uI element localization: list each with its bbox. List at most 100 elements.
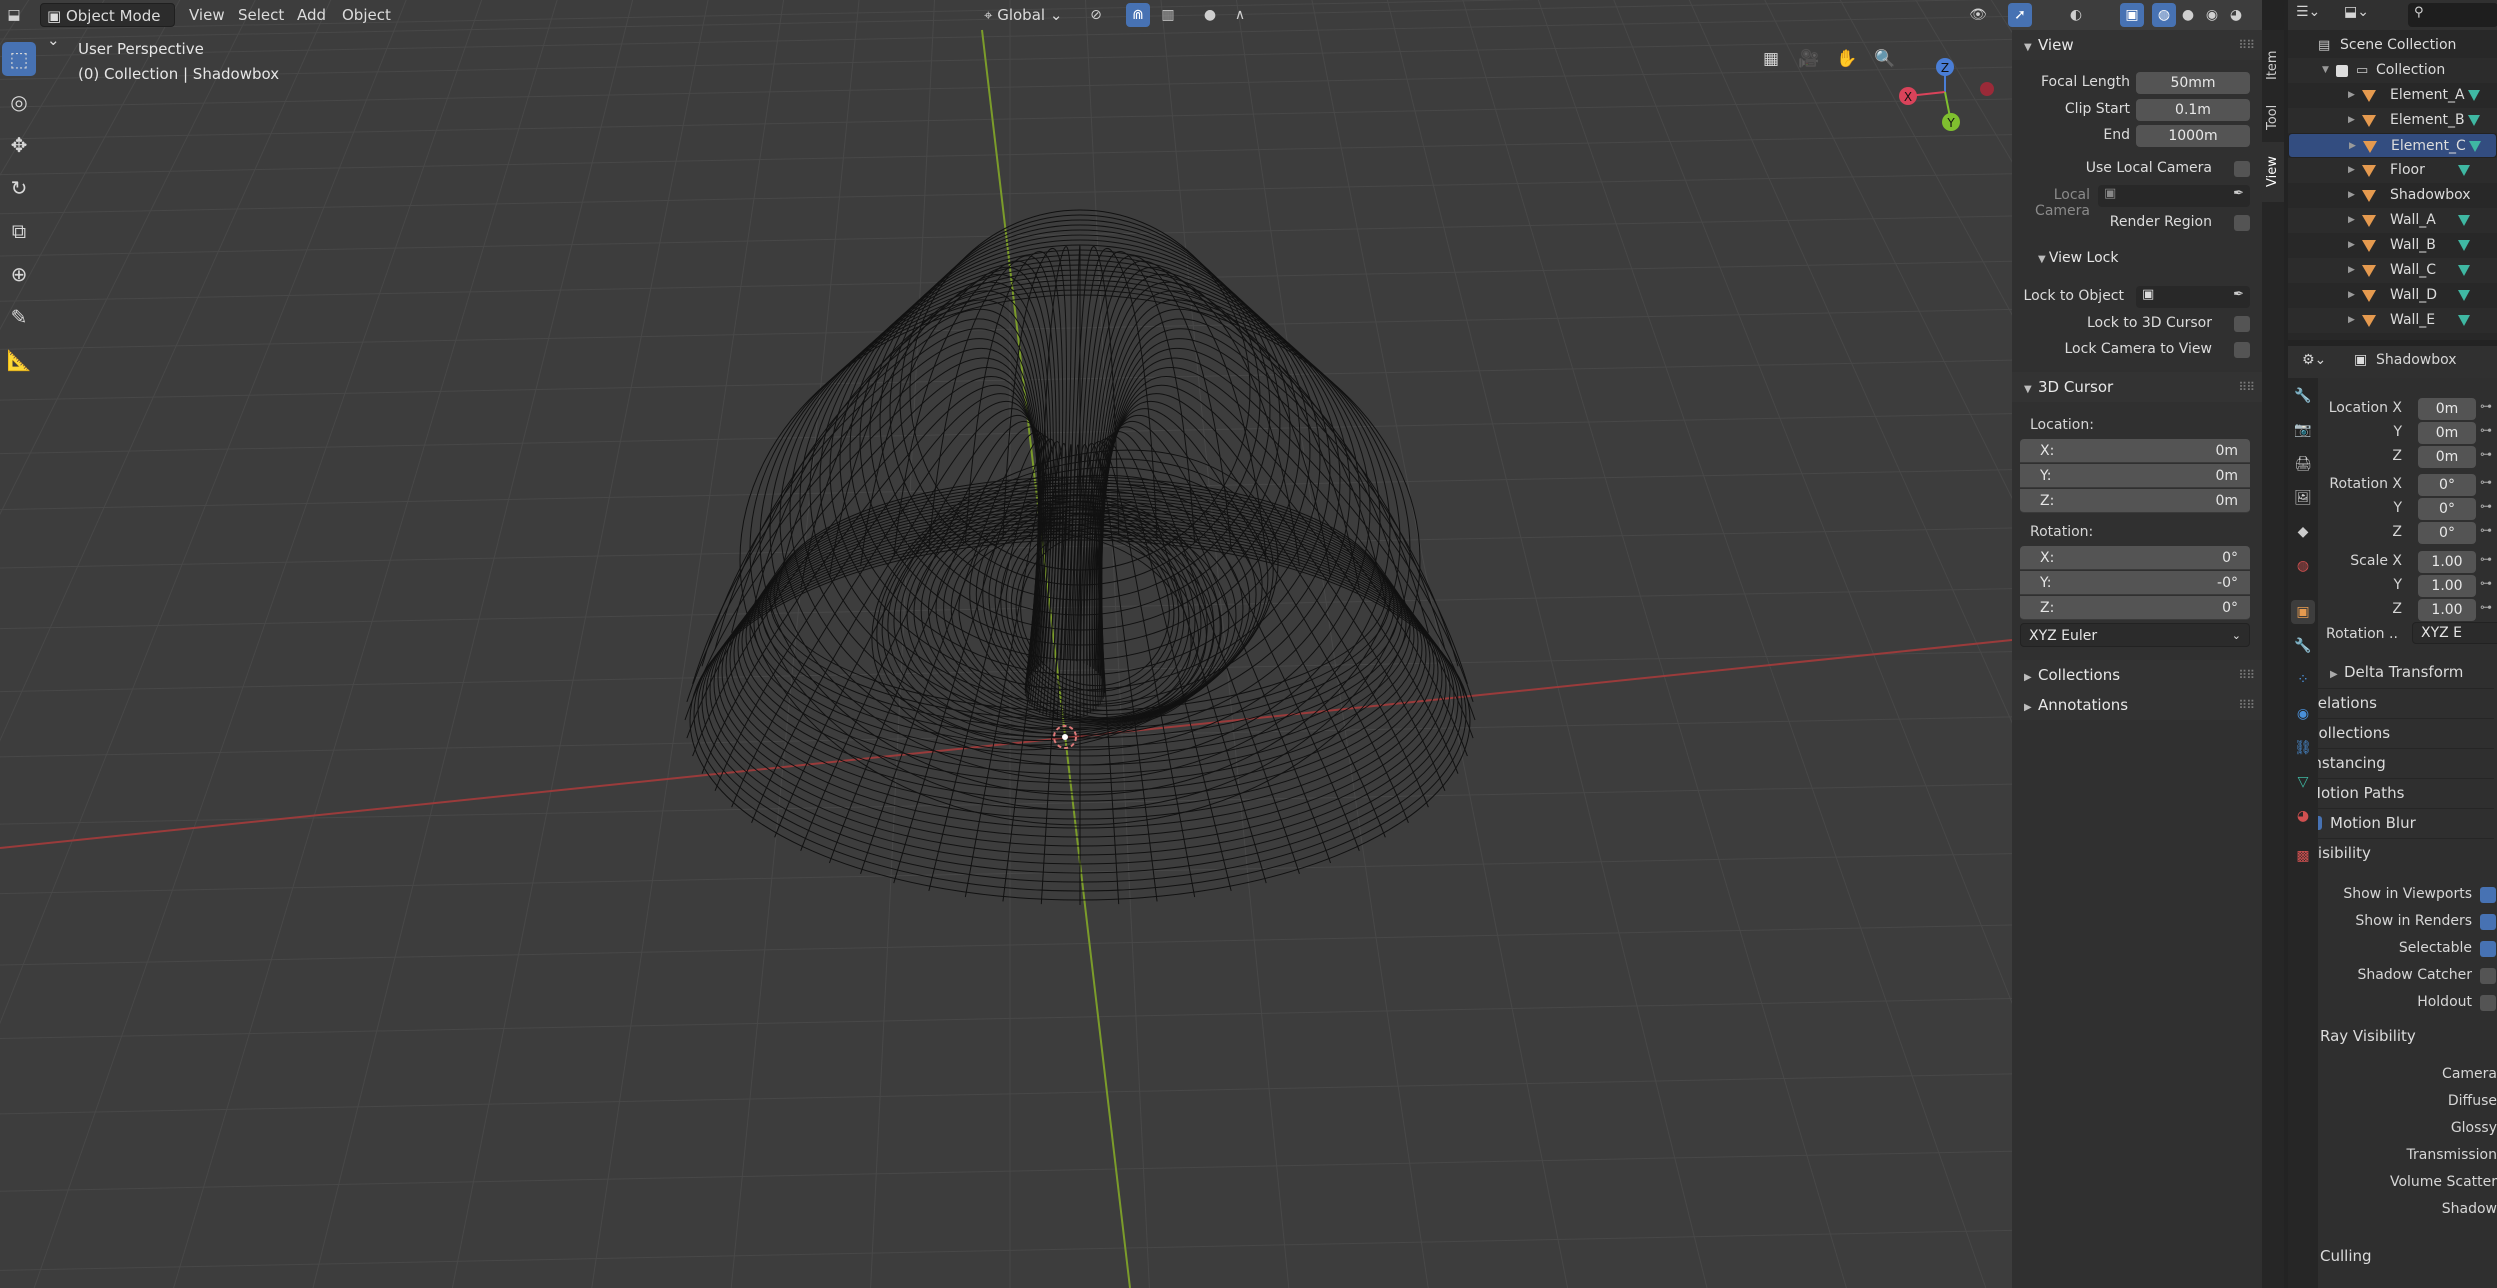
- outliner-item-element-b[interactable]: ▶ Element_B: [2288, 108, 2497, 133]
- visibility-option-checkbox[interactable]: [2480, 914, 2496, 930]
- physics-tab-icon[interactable]: ◉: [2291, 702, 2315, 726]
- snap-icon[interactable]: ⋒: [1126, 3, 1150, 27]
- scale-field[interactable]: 1.00: [2418, 551, 2476, 573]
- overlays-icon[interactable]: ◐: [2064, 3, 2088, 27]
- view-panel-header[interactable]: ▼ View ⠿⠿: [2012, 30, 2262, 60]
- object-tab-icon[interactable]: ▣: [2291, 600, 2315, 624]
- gizmo-neg-x-axis[interactable]: [1980, 82, 1994, 96]
- xray-icon[interactable]: ▣: [2120, 3, 2144, 27]
- visibility-icon[interactable]: 👁: [1966, 3, 1990, 27]
- transform-tool-icon[interactable]: ⊕: [2, 257, 36, 291]
- expand-icon[interactable]: ▶: [2348, 233, 2355, 258]
- expand-icon[interactable]: ▶: [2348, 108, 2355, 133]
- rotation-mode-select[interactable]: XYZ E: [2412, 622, 2497, 644]
- view-lock-header[interactable]: ▼ View Lock: [2038, 250, 2118, 266]
- outliner-scene-collection[interactable]: ▤ Scene Collection: [2288, 33, 2497, 58]
- drag-handle-icon[interactable]: ⠿⠿: [2238, 660, 2255, 690]
- rotation-field[interactable]: 0°: [2418, 522, 2476, 544]
- expand-icon[interactable]: ▶: [2348, 308, 2355, 333]
- cursor-rotation-y[interactable]: Y: -0°: [2020, 571, 2250, 595]
- clip-start-field[interactable]: 0.1m: [2136, 99, 2250, 121]
- expand-icon[interactable]: ▶: [2349, 134, 2356, 159]
- annotate-tool-icon[interactable]: ✎: [2, 300, 36, 334]
- scale-tool-icon[interactable]: ⧉: [2, 214, 36, 248]
- local-camera-picker[interactable]: ▣ ✒: [2098, 185, 2250, 207]
- drag-handle-icon[interactable]: ⠿⠿: [2238, 30, 2255, 60]
- section-motion-blur[interactable]: ▶Motion Blur: [2294, 808, 2494, 836]
- visibility-option-checkbox[interactable]: [2480, 941, 2496, 957]
- outliner-collection[interactable]: ▼ ▭ Collection: [2288, 58, 2497, 83]
- keyframe-icon[interactable]: ⊶: [2480, 523, 2492, 537]
- lock-object-picker[interactable]: ▣ ✒: [2136, 286, 2250, 308]
- menu-view[interactable]: View: [183, 3, 231, 27]
- expand-icon[interactable]: ▶: [2348, 258, 2355, 283]
- pivot-icon[interactable]: ⊘: [1084, 3, 1108, 27]
- keyframe-icon[interactable]: ⊶: [2480, 475, 2492, 489]
- move-tool-icon[interactable]: ✥: [2, 128, 36, 162]
- menu-add[interactable]: Add: [291, 3, 332, 27]
- outliner-item-wall-a[interactable]: ▶ Wall_A: [2288, 208, 2497, 233]
- cursor-rotation-mode-select[interactable]: XYZ Euler ⌄: [2020, 623, 2250, 647]
- outliner-item-wall-d[interactable]: ▶ Wall_D: [2288, 283, 2497, 308]
- location-field[interactable]: 0m: [2418, 446, 2476, 468]
- rendered-shading-icon[interactable]: ◕: [2224, 3, 2248, 27]
- rotation-field[interactable]: 0°: [2418, 474, 2476, 496]
- expand-icon[interactable]: ▶: [2348, 158, 2355, 183]
- collections-panel-header[interactable]: ▶ Collections ⠿⠿: [2012, 660, 2262, 690]
- outliner-search-input[interactable]: ⚲: [2408, 3, 2497, 27]
- filter-icon[interactable]: ⬓⌄: [2344, 4, 2369, 20]
- rotate-tool-icon[interactable]: ↻: [2, 171, 36, 205]
- lock-camera-to-view-checkbox[interactable]: [2234, 342, 2250, 358]
- keyframe-icon[interactable]: ⊶: [2480, 499, 2492, 513]
- material-shading-icon[interactable]: ◉: [2200, 3, 2224, 27]
- ray-visibility-header[interactable]: ▼Ray Visibility: [2306, 1022, 2416, 1050]
- modifier-tab-icon[interactable]: 🔧: [2291, 634, 2315, 658]
- cursor-tool-icon[interactable]: ◎: [2, 85, 36, 119]
- outliner-item-element-a[interactable]: ▶ Element_A: [2288, 83, 2497, 108]
- expand-icon[interactable]: ▶: [2348, 183, 2355, 208]
- camera-view-icon[interactable]: 🎥: [1794, 44, 1824, 74]
- view-layer-tab-icon[interactable]: 🖼: [2291, 486, 2315, 510]
- section-instancing[interactable]: ▶Instancing: [2294, 748, 2494, 776]
- expand-icon[interactable]: ▶: [2348, 208, 2355, 233]
- render-tab-icon[interactable]: 📷: [2291, 418, 2315, 442]
- visibility-option-checkbox[interactable]: [2480, 995, 2496, 1011]
- proportional-edit-icon[interactable]: ●: [1198, 3, 1222, 27]
- annotations-panel-header[interactable]: ▶ Annotations ⠿⠿: [2012, 690, 2262, 720]
- location-field[interactable]: 0m: [2418, 398, 2476, 420]
- editor-type-icon[interactable]: ⚙⌄: [2302, 352, 2326, 368]
- eyedropper-icon[interactable]: ✒: [2233, 287, 2244, 302]
- visibility-option-checkbox[interactable]: [2480, 968, 2496, 984]
- location-field[interactable]: 0m: [2418, 422, 2476, 444]
- tab-item[interactable]: Item: [2262, 38, 2284, 92]
- outliner-item-shadowbox[interactable]: ▶ Shadowbox: [2288, 183, 2497, 208]
- clip-end-field[interactable]: 1000m: [2136, 125, 2250, 147]
- cursor-location-z[interactable]: Z: 0m: [2020, 489, 2250, 513]
- tool-tab-icon[interactable]: 🔧: [2291, 384, 2315, 408]
- 3d-viewport[interactable]: ⬓ ▣ Object Mode ⌄ View Select Add Object…: [0, 0, 2262, 1288]
- section-collections[interactable]: ▶Collections: [2294, 718, 2494, 746]
- scene-tab-icon[interactable]: ◆: [2291, 520, 2315, 544]
- texture-tab-icon[interactable]: ▩: [2291, 844, 2315, 868]
- keyframe-icon[interactable]: ⊶: [2480, 423, 2492, 437]
- cursor-rotation-x[interactable]: X: 0°: [2020, 546, 2250, 570]
- outliner-item-element-c[interactable]: ▶ Element_C: [2288, 133, 2497, 158]
- keyframe-icon[interactable]: ⊶: [2480, 399, 2492, 413]
- falloff-icon[interactable]: ∧: [1228, 3, 1252, 27]
- outliner-item-wall-e[interactable]: ▶ Wall_E: [2288, 308, 2497, 333]
- outliner-item-wall-c[interactable]: ▶ Wall_C: [2288, 258, 2497, 283]
- drag-handle-icon[interactable]: ⠿⠿: [2238, 690, 2255, 720]
- transform-orientation[interactable]: ⌖ Global ⌄: [978, 3, 1068, 27]
- delta-transform-header[interactable]: ▶ Delta Transform: [2330, 658, 2463, 686]
- display-mode-icon[interactable]: ☰⌄: [2296, 4, 2320, 20]
- keyframe-icon[interactable]: ⊶: [2480, 447, 2492, 461]
- keyframe-icon[interactable]: ⊶: [2480, 552, 2492, 566]
- drag-handle-icon[interactable]: ⠿⠿: [2238, 372, 2255, 402]
- rotation-field[interactable]: 0°: [2418, 498, 2476, 520]
- render-region-checkbox[interactable]: [2234, 215, 2250, 231]
- outliner-item-floor[interactable]: ▶ Floor: [2288, 158, 2497, 183]
- navigation-gizmo[interactable]: Z X Y: [1890, 50, 2010, 140]
- cursor-panel-header[interactable]: ▼ 3D Cursor ⠿⠿: [2012, 372, 2262, 402]
- keyframe-icon[interactable]: ⊶: [2480, 576, 2492, 590]
- visibility-option-checkbox[interactable]: [2480, 887, 2496, 903]
